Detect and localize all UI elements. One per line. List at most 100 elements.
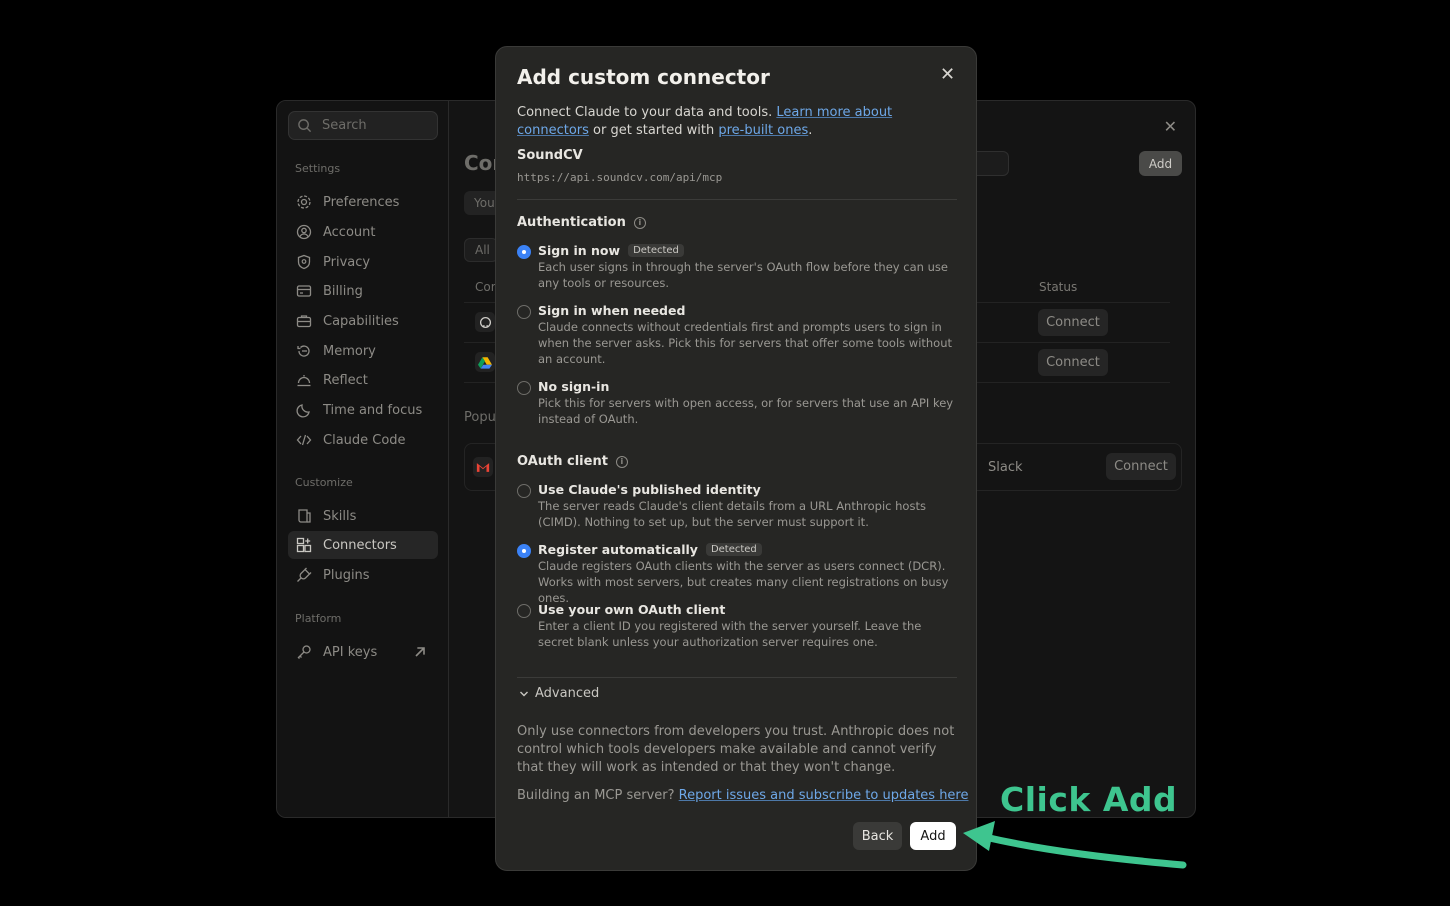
code-icon <box>296 434 312 446</box>
pre-built-link[interactable]: pre-built ones <box>718 123 808 138</box>
back-button[interactable]: Back <box>853 822 902 850</box>
sidebar-item-label: API keys <box>323 644 378 660</box>
option-description: The server reads Claude's client details… <box>538 499 926 529</box>
sidebar-item-label: Capabilities <box>323 313 399 329</box>
sidebar-item-label: Claude Code <box>323 432 406 448</box>
option-label: Use Claude's published identity <box>538 482 761 497</box>
background-add-button[interactable]: Add <box>1139 151 1182 176</box>
sidebar-item-preferences[interactable]: Preferences <box>288 188 438 216</box>
section-customize: Customize <box>295 476 353 489</box>
mcp-prefix: Building an MCP server? <box>517 788 679 803</box>
info-icon[interactable]: i <box>633 216 646 229</box>
option-label: No sign-in <box>538 379 610 394</box>
dialog-title: Add custom connector <box>517 65 770 89</box>
radio-button[interactable] <box>517 381 531 395</box>
connect-button[interactable]: Connect <box>1038 349 1108 376</box>
sidebar-item-label: Privacy <box>323 254 371 270</box>
sidebar-item-claude-code[interactable]: Claude Code <box>288 426 438 454</box>
radio-button[interactable] <box>517 245 531 259</box>
close-icon[interactable]: ✕ <box>940 66 955 84</box>
background-search-field[interactable] <box>977 151 1009 176</box>
divider <box>517 677 957 678</box>
gear-icon <box>297 195 311 209</box>
advanced-toggle[interactable]: Advanced <box>519 686 599 701</box>
intro-text: or get started with <box>588 123 719 138</box>
sidebar-item-label: Memory <box>323 343 376 359</box>
plug-icon <box>297 567 312 582</box>
card-icon <box>296 285 312 297</box>
column-header-status: Status <box>1039 280 1078 294</box>
sidebar-item-api-keys[interactable]: API keys <box>288 638 438 666</box>
sidebar-item-label: Account <box>323 224 376 240</box>
external-link-icon <box>415 647 425 657</box>
sidebar-item-label: Skills <box>323 508 357 524</box>
sidebar-item-billing[interactable]: Billing <box>288 277 438 305</box>
report-issues-link[interactable]: Report issues and subscribe to updates h… <box>679 788 969 803</box>
intro-text: . <box>808 123 813 138</box>
option-description: Each user signs in through the server's … <box>538 260 948 290</box>
option-label: Register automatically <box>538 542 698 557</box>
sidebar-item-reflect[interactable]: Reflect <box>288 366 438 394</box>
option-description: Claude connects without credentials firs… <box>538 320 953 366</box>
sidebar-item-label: Preferences <box>323 194 400 210</box>
radio-button[interactable] <box>517 305 531 319</box>
add-custom-connector-dialog: Add custom connector ✕ Connect Claude to… <box>495 46 977 871</box>
info-icon[interactable]: i <box>615 455 628 468</box>
connectors-icon <box>296 537 312 553</box>
detected-badge: Detected <box>705 543 762 556</box>
option-label: Sign in when needed <box>538 303 686 318</box>
divider <box>517 199 957 200</box>
connector-url: https://api.soundcv.com/api/mcp <box>517 171 723 184</box>
detected-badge: Detected <box>628 244 684 257</box>
close-icon[interactable]: ✕ <box>1164 117 1177 136</box>
option-description: Claude registers OAuth clients with the … <box>538 559 949 605</box>
annotation-label: Click Add <box>1000 780 1178 819</box>
memory-icon <box>297 345 310 357</box>
sidebar-item-skills[interactable]: Skills <box>288 502 438 530</box>
radio-button[interactable] <box>517 484 531 498</box>
filter-all[interactable]: All <box>464 238 498 262</box>
chevron-down-icon <box>520 691 528 696</box>
user-circle-icon <box>296 224 312 240</box>
connector-name: SoundCV <box>517 148 583 163</box>
sidebar-item-connectors[interactable]: Connectors <box>288 531 438 559</box>
sidebar-search[interactable]: Search <box>288 111 438 140</box>
section-settings: Settings <box>295 162 341 175</box>
oauth-client-heading: OAuth client i <box>517 454 628 469</box>
sidebar-item-label: Reflect <box>323 372 368 388</box>
option-label: Use your own OAuth client <box>538 602 726 617</box>
connect-button[interactable]: Connect <box>1106 453 1176 480</box>
radio-button[interactable] <box>517 544 531 558</box>
moon-icon <box>296 404 310 418</box>
sidebar-item-label: Billing <box>323 283 363 299</box>
sidebar-item-label: Connectors <box>323 537 397 553</box>
shield-icon <box>297 254 311 270</box>
sidebar-item-capabilities[interactable]: Capabilities <box>288 307 438 335</box>
sidebar-item-label: Time and focus <box>323 402 423 418</box>
sidebar-item-privacy[interactable]: Privacy <box>288 248 438 276</box>
annotation-arrow-icon <box>963 821 1187 869</box>
reflect-icon <box>297 375 311 387</box>
settings-sidebar: Search Settings Preferences Account Priv… <box>277 101 449 817</box>
sidebar-item-memory[interactable]: Memory <box>288 337 438 365</box>
sidebar-item-plugins[interactable]: Plugins <box>288 561 438 589</box>
briefcase-icon <box>296 315 312 328</box>
trust-warning: Only use connectors from developers you … <box>517 724 955 775</box>
section-label: Authentication <box>517 215 626 230</box>
advanced-label: Advanced <box>535 686 600 701</box>
mcp-server-note: Building an MCP server? Report issues an… <box>517 788 968 803</box>
radio-button[interactable] <box>517 604 531 618</box>
dialog-intro: Connect Claude to your data and tools. L… <box>517 104 957 140</box>
authentication-heading: Authentication i <box>517 215 646 230</box>
search-placeholder: Search <box>322 118 367 133</box>
intro-text: Connect Claude to your data and tools. <box>517 105 777 120</box>
slack-label: Slack <box>988 460 1023 475</box>
sidebar-item-time-and-focus[interactable]: Time and focus <box>288 396 438 424</box>
key-icon <box>297 645 311 659</box>
connect-button[interactable]: Connect <box>1038 309 1108 336</box>
column-header-connector: Cor <box>475 280 496 294</box>
sidebar-item-account[interactable]: Account <box>288 218 438 246</box>
add-button[interactable]: Add <box>910 822 956 850</box>
option-description: Enter a client ID you registered with th… <box>538 619 922 649</box>
github-icon <box>475 312 495 332</box>
